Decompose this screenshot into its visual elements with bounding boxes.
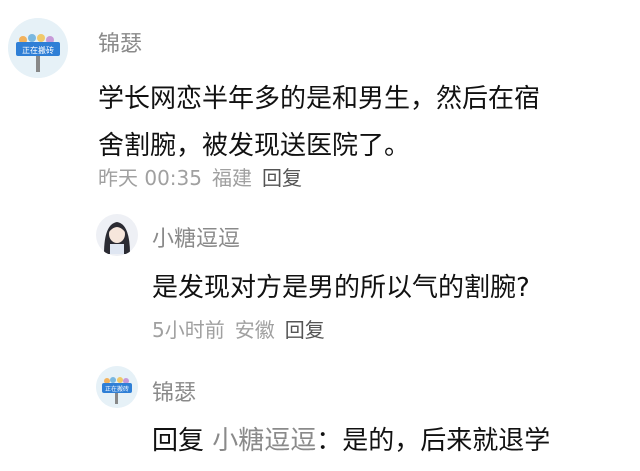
comment-location: 安徽 <box>234 318 275 342</box>
reply-button[interactable]: 回复 <box>285 318 325 342</box>
comment-text: 回复 小糖逗逗：是的，后来就退学 <box>152 418 550 465</box>
reply-text: ：是的，后来就退学 <box>316 426 551 456</box>
user-avatar[interactable]: 正在搬砖 <box>96 366 138 408</box>
signboard-avatar-icon: 正在搬砖 <box>96 366 138 408</box>
comment-time: 5小时前 <box>152 318 225 342</box>
mention-link[interactable]: 小糖逗逗 <box>212 426 316 456</box>
comment-text: 学长网恋半年多的是和男生，然后在宿 舍割腕，被发现送医院了。 <box>98 76 638 170</box>
comment-location: 福建 <box>212 166 252 190</box>
signboard-avatar-icon: 正在搬砖 <box>8 18 68 78</box>
author-name[interactable]: 锦瑟 <box>98 26 142 58</box>
svg-text:正在搬砖: 正在搬砖 <box>22 45 54 55</box>
user-avatar[interactable] <box>96 214 138 256</box>
comment-text: 是发现对方是男的所以气的割腕? <box>152 273 530 303</box>
reply-prefix: 回复 <box>152 426 205 456</box>
comment-text-line: 学长网恋半年多的是和男生，然后在宿 <box>98 84 541 114</box>
user-avatar[interactable]: 正在搬砖 <box>8 18 68 78</box>
comment-meta: 5小时前 安徽 回复 <box>152 314 335 343</box>
author-name[interactable]: 小糖逗逗 <box>152 221 240 253</box>
comment-meta: 昨天 00:35 福建 回复 <box>98 162 312 191</box>
reply-button[interactable]: 回复 <box>262 166 302 190</box>
svg-text:正在搬砖: 正在搬砖 <box>105 385 129 393</box>
author-name[interactable]: 锦瑟 <box>152 375 196 407</box>
comment-time: 昨天 00:35 <box>98 166 202 190</box>
anime-girl-avatar-icon <box>96 214 138 256</box>
